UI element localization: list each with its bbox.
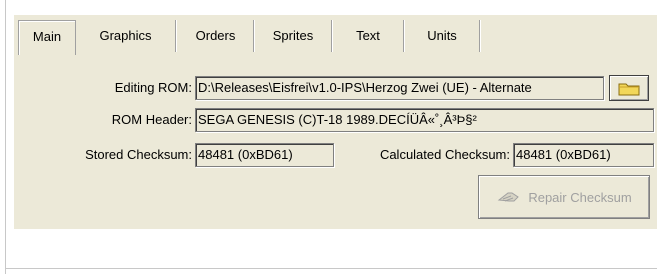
rom-header-field[interactable]: SEGA GENESIS (C)T-18 1989.DECÍÜÂ«˚¸Â³Þ§² [195, 108, 654, 132]
tab-units[interactable]: Units [405, 20, 480, 52]
tab-sprites[interactable]: Sprites [255, 20, 332, 52]
tab-main[interactable]: Main [18, 20, 76, 55]
tab-graphics[interactable]: Graphics [76, 20, 176, 52]
stored-checksum-label: Stored Checksum: [85, 147, 192, 162]
window-border-left [5, 0, 6, 274]
editing-rom-field[interactable]: D:\Releases\Eisfrei\v1.0-IPS\Herzog Zwei… [195, 76, 604, 100]
tab-orders[interactable]: Orders [178, 20, 254, 52]
window-border-bottom [5, 268, 657, 269]
wrench-icon [498, 192, 520, 202]
rom-editor-window: Main Graphics Orders Sprites Text Units … [0, 0, 657, 274]
repair-checksum-button[interactable]: Repair Checksum [478, 175, 650, 219]
rom-header-label: ROM Header: [111, 112, 192, 127]
calculated-checksum-label: Calculated Checksum: [379, 147, 510, 162]
tab-text[interactable]: Text [333, 20, 404, 52]
calculated-checksum-field[interactable]: 48481 (0xBD61) [513, 143, 654, 167]
folder-icon [618, 83, 640, 96]
stored-checksum-field[interactable]: 48481 (0xBD61) [195, 143, 334, 167]
tab-strip: Main Graphics Orders Sprites Text Units [14, 20, 657, 55]
repair-checksum-label: Repair Checksum [528, 189, 632, 205]
browse-rom-button[interactable] [609, 75, 649, 101]
editing-rom-label: Editing ROM: [114, 80, 192, 95]
